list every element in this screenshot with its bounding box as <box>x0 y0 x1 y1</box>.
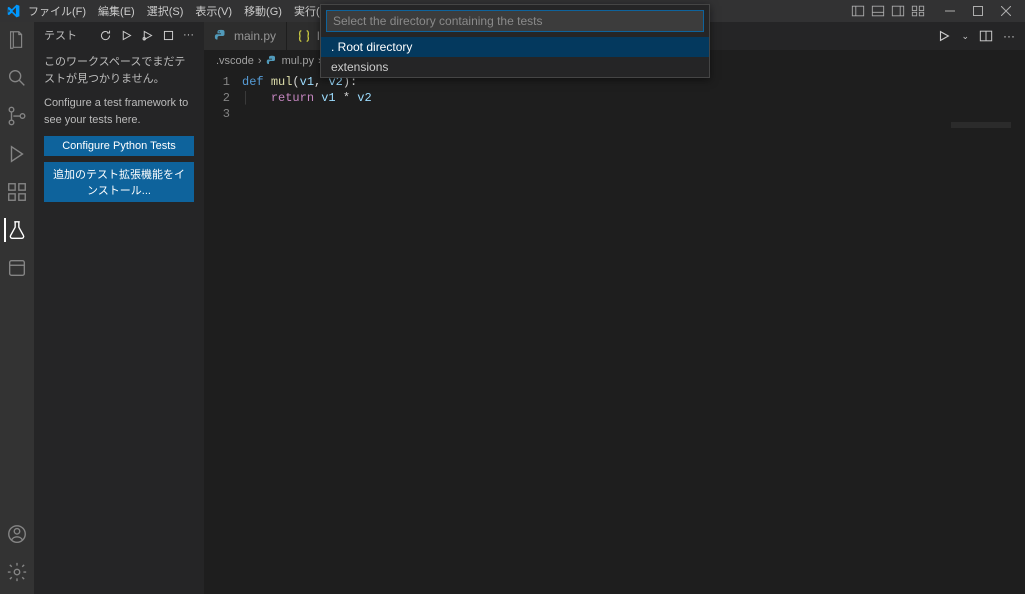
layout-controls <box>851 4 935 18</box>
maximize-icon[interactable] <box>973 6 983 16</box>
debug-tests-icon[interactable] <box>141 29 154 42</box>
python-file-icon <box>214 29 228 43</box>
quick-input-item-root[interactable]: . Root directory <box>321 37 709 57</box>
tab-label: main.py <box>234 29 276 43</box>
breadcrumb-file[interactable]: mul.py <box>266 55 314 67</box>
toggle-primary-sidebar-icon[interactable] <box>851 4 865 18</box>
quick-input-field[interactable] <box>326 10 704 32</box>
menu-view[interactable]: 表示(V) <box>189 3 238 19</box>
activity-bar <box>0 22 34 594</box>
configure-python-tests-button[interactable]: Configure Python Tests <box>44 136 194 156</box>
toggle-secondary-sidebar-icon[interactable] <box>891 4 905 18</box>
menu-select[interactable]: 選択(S) <box>141 3 190 19</box>
close-icon[interactable] <box>1001 6 1011 16</box>
line-number: 1 <box>204 74 230 90</box>
line-number: 3 <box>204 106 230 122</box>
run-file-icon[interactable] <box>937 29 951 43</box>
line-number-gutter: 1 2 3 <box>204 74 242 594</box>
minimize-icon[interactable] <box>945 6 955 16</box>
run-tests-icon[interactable] <box>120 29 133 42</box>
source-control-icon[interactable] <box>5 104 29 128</box>
minimap[interactable] <box>951 122 1011 128</box>
breadcrumb-folder[interactable]: .vscode <box>216 55 254 67</box>
window-controls <box>935 6 1021 16</box>
extensions-icon[interactable] <box>5 180 29 204</box>
gear-icon[interactable] <box>5 560 29 584</box>
line-number: 2 <box>204 90 230 106</box>
sidebar-message-1: このワークスペースでまだテストが見つかりません。 <box>44 54 194 87</box>
install-test-extensions-button[interactable]: 追加のテスト拡張機能をインストール... <box>44 162 194 202</box>
refresh-tests-icon[interactable] <box>99 29 112 42</box>
code-line <box>242 106 1025 122</box>
sidebar-header: テスト ··· <box>34 22 204 48</box>
quick-input-palette: . Root directory extensions <box>320 4 710 78</box>
explorer-icon[interactable] <box>5 28 29 52</box>
search-icon[interactable] <box>5 66 29 90</box>
menu-go[interactable]: 移動(G) <box>238 3 288 19</box>
sidebar-testing: テスト ··· このワークスペースでまだテストが見つかりません。 Configu… <box>34 22 204 594</box>
accounts-icon[interactable] <box>5 522 29 546</box>
test-icon[interactable] <box>4 218 28 242</box>
code-editor[interactable]: 1 2 3 def mul(v1, v2): │ return v1 * v2 <box>204 72 1025 594</box>
vscode-logo-icon <box>4 4 22 18</box>
sidebar-title: テスト <box>44 27 99 43</box>
sidebar-more-icon[interactable]: ··· <box>183 29 194 42</box>
stop-tests-icon[interactable] <box>162 29 175 42</box>
tab-main-py[interactable]: main.py <box>204 22 287 50</box>
code-line: │ return v1 * v2 <box>242 90 1025 106</box>
sidebar-message-2: Configure a test framework to see your t… <box>44 95 194 128</box>
editor-area: main.py las ⌄ ··· .vscode › mul.py › ... <box>204 22 1025 594</box>
split-editor-icon[interactable] <box>979 29 993 43</box>
quick-input-list: . Root directory extensions <box>321 37 709 77</box>
editor-more-icon[interactable]: ··· <box>1003 29 1015 43</box>
run-dropdown-icon[interactable]: ⌄ <box>961 31 969 42</box>
customize-layout-icon[interactable] <box>911 4 925 18</box>
run-debug-icon[interactable] <box>5 142 29 166</box>
code-content[interactable]: def mul(v1, v2): │ return v1 * v2 <box>242 74 1025 594</box>
quick-input-item-extensions[interactable]: extensions <box>321 57 709 77</box>
menu-file[interactable]: ファイル(F) <box>22 3 92 19</box>
chevron-right-icon: › <box>258 55 262 67</box>
additional-view-icon[interactable] <box>5 256 29 280</box>
toggle-panel-icon[interactable] <box>871 4 885 18</box>
json-file-icon <box>297 29 311 43</box>
menu-edit[interactable]: 編集(E) <box>92 3 141 19</box>
